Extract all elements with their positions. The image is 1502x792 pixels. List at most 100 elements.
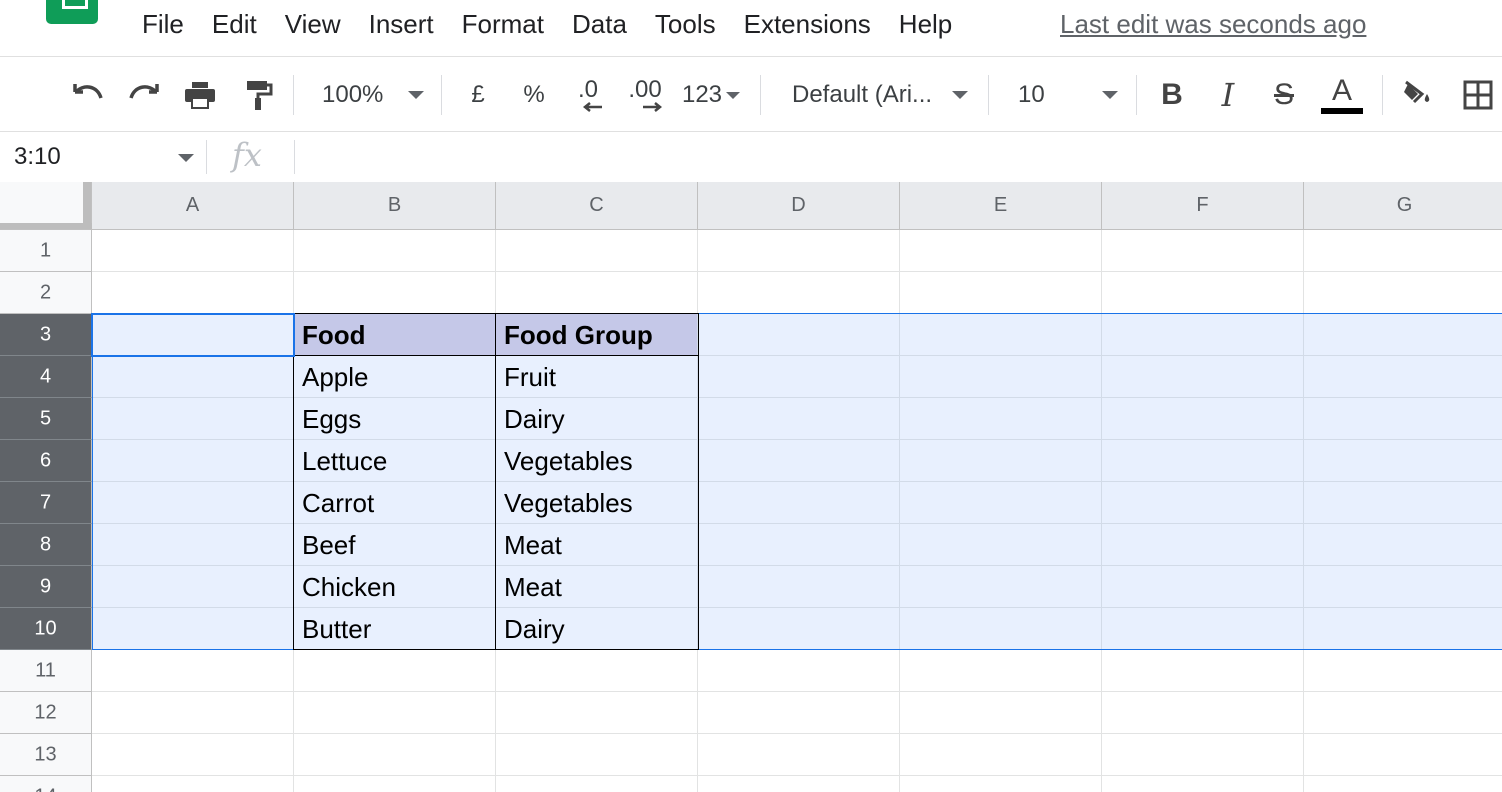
cell-f11[interactable] (1102, 650, 1304, 692)
cell-g3[interactable] (1304, 314, 1502, 356)
menu-tools[interactable]: Tools (641, 2, 730, 46)
borders-button[interactable] (1456, 57, 1500, 133)
cell-f10[interactable] (1102, 608, 1304, 650)
column-header-a[interactable]: A (92, 182, 294, 230)
cell-d4[interactable] (698, 356, 900, 398)
row-header-6[interactable]: 6 (0, 440, 92, 482)
cell-d5[interactable] (698, 398, 900, 440)
row-header-10[interactable]: 10 (0, 608, 92, 650)
row-header-12[interactable]: 12 (0, 692, 92, 734)
cell-e12[interactable] (900, 692, 1102, 734)
cell-g4[interactable] (1304, 356, 1502, 398)
row-header-8[interactable]: 8 (0, 524, 92, 566)
cell-g14[interactable] (1304, 776, 1502, 792)
column-header-c[interactable]: C (496, 182, 698, 230)
cell-a8[interactable] (92, 524, 294, 566)
cell-e10[interactable] (900, 608, 1102, 650)
cell-c11[interactable] (496, 650, 698, 692)
cell-a1[interactable] (92, 230, 294, 272)
cell-c9[interactable]: Meat (496, 566, 698, 608)
cell-f6[interactable] (1102, 440, 1304, 482)
cell-f14[interactable] (1102, 776, 1304, 792)
row-header-5[interactable]: 5 (0, 398, 92, 440)
row-header-14[interactable]: 14 (0, 776, 92, 792)
cell-a3[interactable] (92, 314, 294, 356)
menu-insert[interactable]: Insert (355, 2, 448, 46)
cell-b3[interactable]: Food (294, 314, 496, 356)
cell-g10[interactable] (1304, 608, 1502, 650)
fill-color-button[interactable] (1396, 57, 1440, 133)
row-header-4[interactable]: 4 (0, 356, 92, 398)
cell-e2[interactable] (900, 272, 1102, 314)
row-header-7[interactable]: 7 (0, 482, 92, 524)
cell-a7[interactable] (92, 482, 294, 524)
cell-c12[interactable] (496, 692, 698, 734)
increase-decimal-button[interactable]: .00 (620, 57, 670, 133)
cell-e3[interactable] (900, 314, 1102, 356)
cell-f9[interactable] (1102, 566, 1304, 608)
cell-g12[interactable] (1304, 692, 1502, 734)
zoom-select[interactable]: 100% (308, 57, 434, 133)
cell-a14[interactable] (92, 776, 294, 792)
menu-edit[interactable]: Edit (198, 2, 271, 46)
print-button[interactable] (178, 57, 222, 133)
cell-d6[interactable] (698, 440, 900, 482)
cell-d10[interactable] (698, 608, 900, 650)
row-header-9[interactable]: 9 (0, 566, 92, 608)
percent-format-button[interactable]: % (512, 57, 556, 133)
text-color-button[interactable]: A (1318, 57, 1366, 133)
cell-c5[interactable]: Dairy (496, 398, 698, 440)
cell-b13[interactable] (294, 734, 496, 776)
last-edit-link[interactable]: Last edit was seconds ago (1060, 2, 1366, 46)
cell-a9[interactable] (92, 566, 294, 608)
cell-g8[interactable] (1304, 524, 1502, 566)
cell-c8[interactable]: Meat (496, 524, 698, 566)
cell-a12[interactable] (92, 692, 294, 734)
cell-b7[interactable]: Carrot (294, 482, 496, 524)
cell-e7[interactable] (900, 482, 1102, 524)
cell-d11[interactable] (698, 650, 900, 692)
cell-c1[interactable] (496, 230, 698, 272)
cell-f8[interactable] (1102, 524, 1304, 566)
select-all-corner[interactable] (0, 182, 92, 230)
row-header-11[interactable]: 11 (0, 650, 92, 692)
cell-a11[interactable] (92, 650, 294, 692)
cell-a10[interactable] (92, 608, 294, 650)
cell-d3[interactable] (698, 314, 900, 356)
currency-format-button[interactable]: £ (456, 57, 500, 133)
cell-c4[interactable]: Fruit (496, 356, 698, 398)
cell-g13[interactable] (1304, 734, 1502, 776)
paint-format-button[interactable] (236, 57, 280, 133)
menu-view[interactable]: View (271, 2, 355, 46)
cell-c14[interactable] (496, 776, 698, 792)
cell-g9[interactable] (1304, 566, 1502, 608)
cell-b11[interactable] (294, 650, 496, 692)
cell-b6[interactable]: Lettuce (294, 440, 496, 482)
cell-g11[interactable] (1304, 650, 1502, 692)
cell-e9[interactable] (900, 566, 1102, 608)
cell-f7[interactable] (1102, 482, 1304, 524)
cell-f12[interactable] (1102, 692, 1304, 734)
cell-f5[interactable] (1102, 398, 1304, 440)
cell-f2[interactable] (1102, 272, 1304, 314)
menu-file[interactable]: File (128, 2, 198, 46)
name-box[interactable]: 3:10 (14, 132, 61, 182)
cell-b10[interactable]: Butter (294, 608, 496, 650)
decrease-decimal-button[interactable]: .0 (564, 57, 612, 133)
cell-c10[interactable]: Dairy (496, 608, 698, 650)
cell-c2[interactable] (496, 272, 698, 314)
cell-e13[interactable] (900, 734, 1102, 776)
cell-d8[interactable] (698, 524, 900, 566)
italic-button[interactable]: I (1206, 57, 1250, 133)
bold-button[interactable]: B (1150, 57, 1194, 133)
cell-a6[interactable] (92, 440, 294, 482)
cell-f4[interactable] (1102, 356, 1304, 398)
cell-g6[interactable] (1304, 440, 1502, 482)
cell-a2[interactable] (92, 272, 294, 314)
menu-format[interactable]: Format (448, 2, 558, 46)
cell-c3[interactable]: Food Group (496, 314, 698, 356)
row-header-2[interactable]: 2 (0, 272, 92, 314)
cell-e14[interactable] (900, 776, 1102, 792)
column-header-f[interactable]: F (1102, 182, 1304, 230)
cell-c6[interactable]: Vegetables (496, 440, 698, 482)
